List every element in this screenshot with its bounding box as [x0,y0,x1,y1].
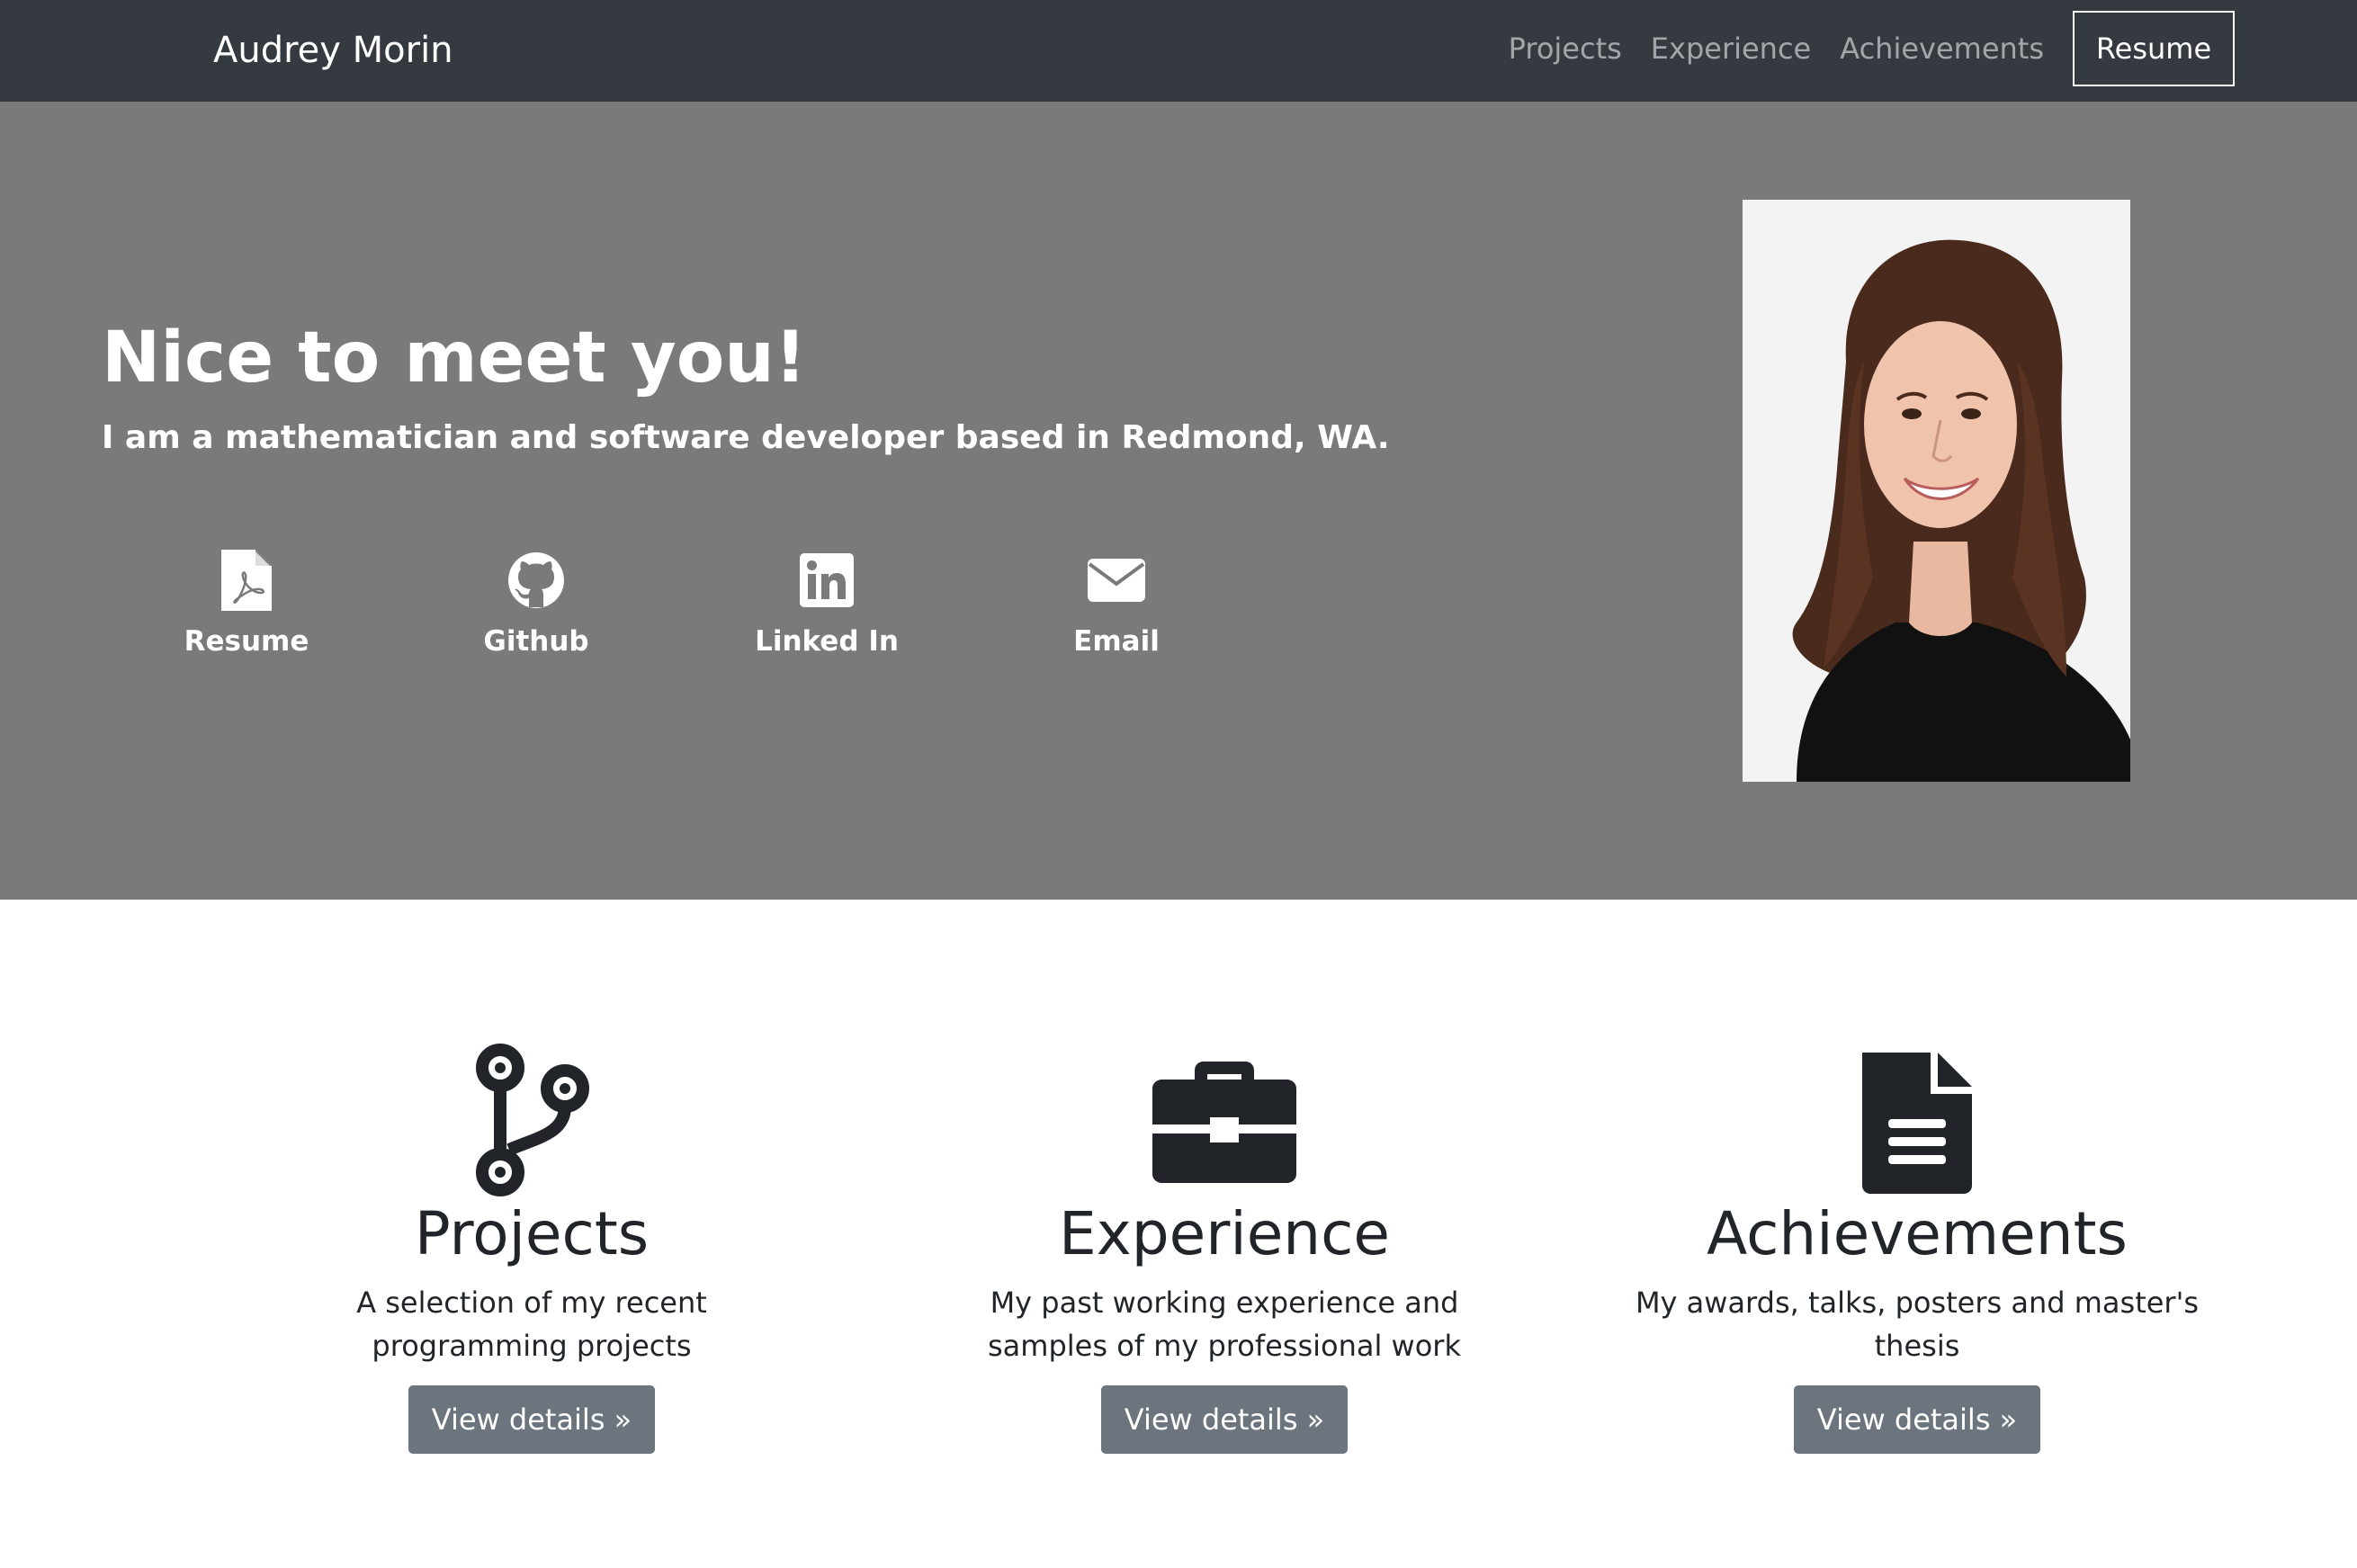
feature-title-experience: Experience [1058,1199,1391,1268]
social-label-email: Email [1073,625,1160,658]
social-link-resume[interactable]: Resume [148,548,345,661]
portrait-illustration [1743,200,2130,782]
feature-description-achievements: My awards, talks, posters and master's t… [1635,1286,2200,1363]
view-details-projects-button[interactable]: View details » [408,1385,656,1454]
feature-description-projects: A selection of my recent programming pro… [356,1286,707,1363]
social-link-github[interactable]: Github [437,548,635,661]
resume-button[interactable]: Resume [2073,11,2235,86]
feature-description-experience: My past working experience and samples o… [988,1286,1461,1363]
briefcase-icon [1152,1062,1296,1183]
nav-links: Projects Experience Achievements [1509,27,2044,70]
hero-title: Nice to meet you! [102,318,807,399]
linkedin-icon [800,553,854,607]
feature-title-achievements: Achievements [1707,1199,2128,1268]
view-details-experience-button[interactable]: View details » [1100,1385,1349,1454]
social-label-github: Github [483,625,589,658]
social-link-linkedin[interactable]: Linked In [728,548,926,661]
feature-projects: Projects A selection of my recent progra… [217,1044,847,1454]
profile-photo [1743,200,2130,782]
feature-experience: Experience My past working experience an… [910,1044,1539,1454]
feature-title-projects: Projects [414,1199,650,1268]
social-link-email[interactable]: Email [1017,548,1215,661]
github-icon [508,552,564,608]
feature-achievements: Achievements My awards, talks, posters a… [1602,1044,2232,1454]
nav-link-achievements[interactable]: Achievements [1840,27,2044,70]
navbar: Audrey Morin Projects Experience Achieve… [0,0,2357,102]
code-branch-icon [476,1044,589,1196]
social-label-resume: Resume [184,625,309,658]
hero-subtitle: I am a mathematician and software develo… [102,419,1390,456]
envelope-icon [1088,559,1145,602]
brand-name[interactable]: Audrey Morin [213,25,453,76]
pdf-file-icon [221,550,272,611]
nav-link-projects[interactable]: Projects [1509,27,1622,70]
view-details-achievements-button[interactable]: View details » [1793,1385,2041,1454]
nav-link-experience[interactable]: Experience [1651,27,1811,70]
document-icon [1862,1053,1972,1194]
hero-section: Nice to meet you! I am a mathematician a… [0,102,2357,900]
social-label-linkedin: Linked In [755,625,899,658]
